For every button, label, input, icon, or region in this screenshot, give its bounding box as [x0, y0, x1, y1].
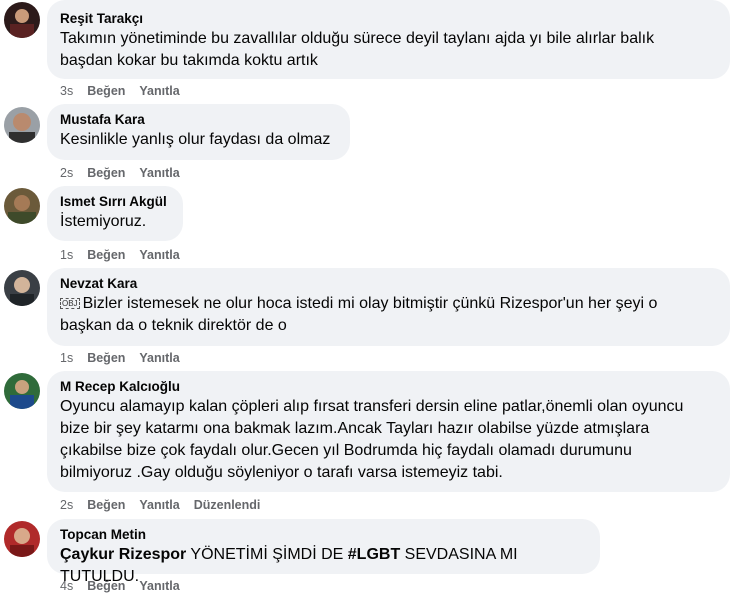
comment-author[interactable]: Reşit Tarakçı — [60, 10, 718, 27]
comment-author[interactable]: Mustafa Kara — [60, 111, 338, 128]
avatar[interactable] — [4, 188, 40, 224]
reply-button[interactable]: Yanıtla — [139, 165, 179, 181]
comment-bubble: M Recep Kalcıoğlu Oyuncu alamayıp kalan … — [47, 371, 730, 492]
like-button[interactable]: Beğen — [87, 247, 125, 263]
comment-time[interactable]: 3s — [60, 83, 73, 99]
comment-actions: 4s Beğen Yanıtla — [60, 578, 194, 594]
comment-text: Oyuncu alamayıp kalan çöpleri alıp fırsa… — [60, 398, 684, 481]
comment-time[interactable]: 4s — [60, 578, 73, 594]
comment-time[interactable]: 1s — [60, 350, 73, 366]
comment-text: Kesinlikle yanlış olur faydası da olmaz — [60, 131, 331, 148]
reply-button[interactable]: Yanıtla — [139, 497, 179, 513]
like-button[interactable]: Beğen — [87, 497, 125, 513]
comment-text: OBJ Bizler istemesek ne olur hoca istedi … — [60, 295, 658, 334]
reply-button[interactable]: Yanıtla — [139, 350, 179, 366]
comment-bubble: Mustafa Kara Kesinlikle yanlış olur fayd… — [47, 104, 350, 160]
comment-time[interactable]: 2s — [60, 497, 73, 513]
comment-text: İstemiyoruz. — [60, 213, 147, 230]
comment-author[interactable]: M Recep Kalcıoğlu — [60, 378, 718, 395]
comment-time[interactable]: 1s — [60, 247, 73, 263]
avatar[interactable] — [4, 2, 40, 38]
avatar[interactable] — [4, 270, 40, 306]
comment-author[interactable]: Ismet Sırrı Akgül — [60, 193, 171, 210]
edited-label[interactable]: Düzenlendi — [194, 497, 261, 513]
reply-button[interactable]: Yanıtla — [139, 578, 179, 594]
comment-bubble: Reşit Tarakçı Takımın yönetiminde bu zav… — [47, 0, 730, 79]
like-button[interactable]: Beğen — [87, 165, 125, 181]
reply-button[interactable]: Yanıtla — [139, 83, 179, 99]
reply-button[interactable]: Yanıtla — [139, 247, 179, 263]
comment-author[interactable]: Topcan Metin — [60, 526, 588, 543]
like-button[interactable]: Beğen — [87, 578, 125, 594]
comment-bubble: Nevzat Kara OBJ Bizler istemesek ne olur … — [47, 268, 730, 346]
comment-actions: 1s Beğen Yanıtla — [60, 350, 194, 366]
page-mention-link[interactable]: Çaykur Rizespor — [60, 546, 186, 563]
avatar[interactable] — [4, 373, 40, 409]
like-button[interactable]: Beğen — [87, 83, 125, 99]
hashtag-link[interactable]: #LGBT — [348, 546, 400, 563]
comment-bubble: Ismet Sırrı Akgül İstemiyoruz. — [47, 186, 183, 241]
comment-actions: 2s Beğen Yanıtla Düzenlendi — [60, 497, 274, 513]
comment-author[interactable]: Nevzat Kara — [60, 275, 718, 292]
like-button[interactable]: Beğen — [87, 350, 125, 366]
comment-actions: 1s Beğen Yanıtla — [60, 247, 194, 263]
comment-text: Takımın yönetiminde bu zavallılar olduğu… — [60, 30, 655, 69]
avatar[interactable] — [4, 521, 40, 557]
object-placeholder-icon: OBJ — [60, 298, 80, 309]
comment-bubble: Topcan Metin Çaykur Rizespor YÖNETİMİ Şİ… — [47, 519, 600, 585]
comment-actions: 3s Beğen Yanıtla — [60, 83, 194, 99]
comment-time[interactable]: 2s — [60, 165, 73, 181]
comment-actions: 2s Beğen Yanıtla — [60, 165, 194, 181]
avatar[interactable] — [4, 107, 40, 143]
